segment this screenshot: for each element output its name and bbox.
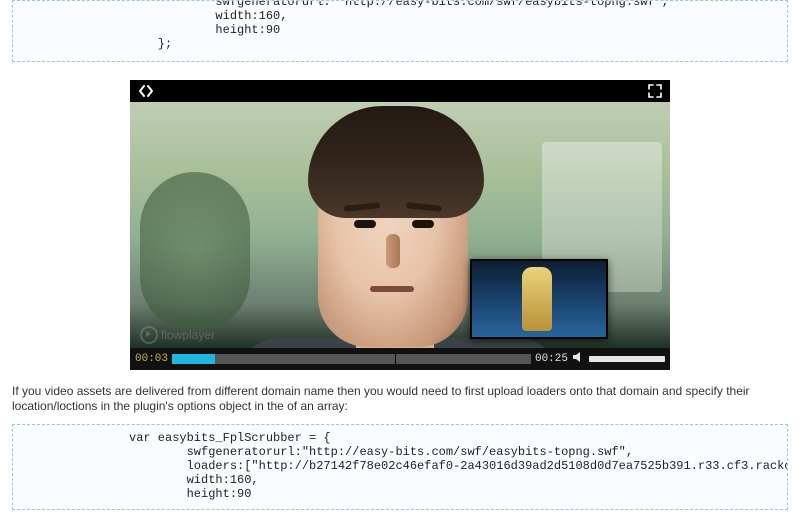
seek-bar[interactable]	[172, 354, 531, 364]
video-player: flowplayer 00:03 00:25	[130, 80, 670, 370]
code-line: width:160,	[129, 9, 287, 23]
buffer-bar	[172, 354, 531, 364]
code-pre-bottom: var easybits_FplScrubber = { swfgenerato…	[19, 425, 781, 501]
code-line: swfgeneratorurl: "http://easy-bits.com/s…	[129, 0, 669, 9]
video-background	[140, 172, 250, 332]
volume-bar[interactable]	[589, 356, 665, 362]
body-text: If you video assets are delivered from d…	[12, 384, 788, 414]
code-line: var easybits_FplScrubber = {	[129, 431, 331, 445]
volume-icon[interactable]	[572, 351, 586, 367]
code-line: swfgeneratorurl:"http://easy-bits.com/sw…	[129, 445, 633, 459]
elapsed-time: 00:03	[135, 353, 168, 365]
code-pre-top: swfgeneratorurl: "http://easy-bits.com/s…	[19, 0, 781, 51]
video-foreground	[354, 220, 376, 228]
video-foreground	[308, 106, 484, 218]
seek-divider	[395, 353, 396, 365]
video-foreground	[412, 220, 434, 228]
progress-bar	[172, 354, 215, 364]
fullscreen-icon[interactable]	[648, 84, 662, 98]
preview-thumbnail	[470, 259, 608, 339]
code-line: };	[129, 37, 172, 51]
player-topbar	[130, 80, 670, 102]
code-line: height:90	[129, 23, 280, 37]
code-block-bottom: var easybits_FplScrubber = { swfgenerato…	[12, 424, 788, 510]
code-block-top: swfgeneratorurl: "http://easy-bits.com/s…	[12, 0, 788, 62]
video-foreground	[370, 286, 414, 292]
code-line: loaders:["http://b27142f78e02c46efaf0-2a…	[129, 459, 788, 473]
play-icon	[140, 326, 158, 344]
video-canvas[interactable]: flowplayer	[130, 102, 670, 348]
watermark-text: flowplayer	[161, 328, 215, 342]
code-line: height:90	[129, 487, 251, 501]
code-line: width:160,	[129, 473, 259, 487]
watermark: flowplayer	[140, 326, 215, 344]
video-foreground	[386, 234, 400, 268]
thumbnail-content	[522, 267, 552, 331]
total-time: 00:25	[535, 353, 568, 365]
player-controls: 00:03 00:25	[130, 348, 670, 370]
embed-icon[interactable]	[138, 85, 154, 97]
volume-control[interactable]	[572, 351, 665, 367]
